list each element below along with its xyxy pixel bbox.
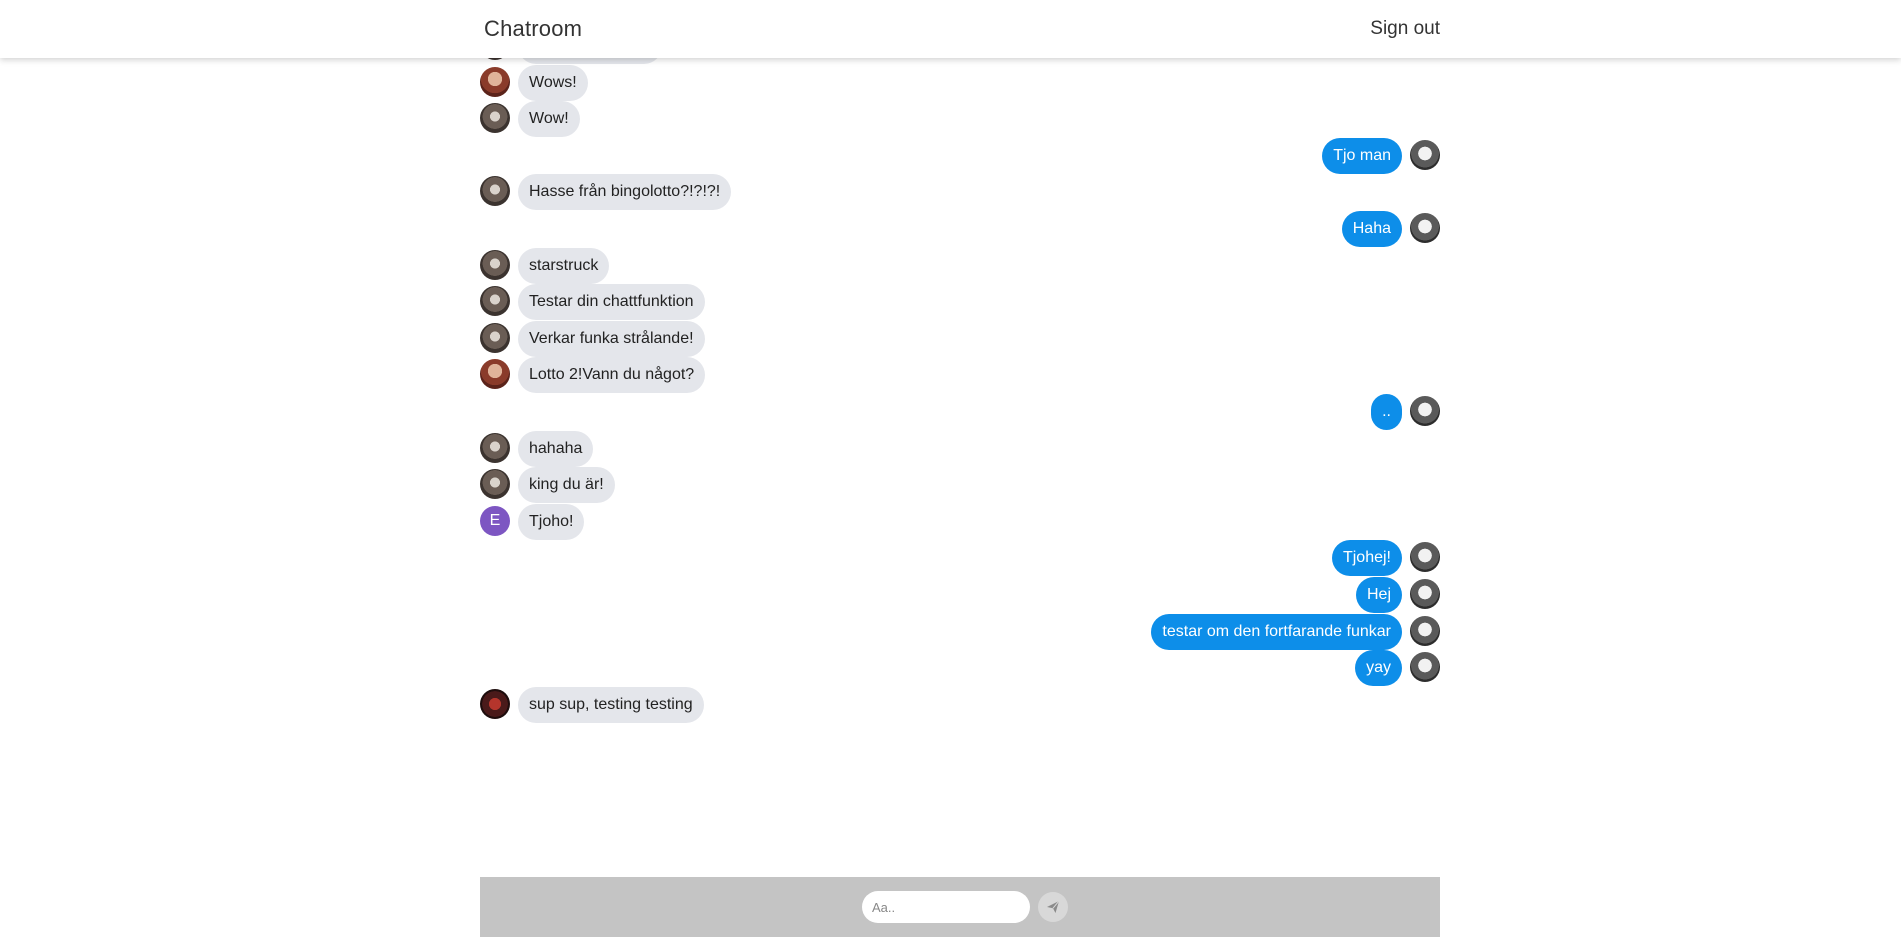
top-bar: Chatroom Sign out	[0, 0, 1901, 58]
message-bubble[interactable]: Tjohej!	[1331, 540, 1402, 577]
message-bubble[interactable]: Hasse från bingolotto?!?!?!	[518, 174, 732, 211]
message-list[interactable]: Verkar funka bra!Wows!Wow!Tjo manHasse f…	[480, 0, 1440, 877]
avatar[interactable]	[480, 432, 510, 463]
avatar[interactable]	[480, 66, 510, 97]
incoming-message: king du är!	[480, 467, 1440, 504]
avatar[interactable]	[1410, 652, 1440, 683]
incoming-message: Verkar funka strålande!	[480, 320, 1440, 357]
message-bubble[interactable]: Tjoho!	[518, 503, 585, 540]
incoming-message: sup sup, testing testing	[480, 686, 1440, 723]
incoming-message: Wow!	[480, 101, 1440, 138]
incoming-message: Lotto 2!Vann du något?	[480, 357, 1440, 394]
avatar[interactable]	[1410, 396, 1440, 426]
message-bubble[interactable]: Haha	[1341, 211, 1402, 247]
message-bubble[interactable]: yay	[1355, 650, 1402, 687]
outgoing-message: ..	[480, 394, 1440, 430]
avatar[interactable]	[480, 103, 510, 134]
message-bubble[interactable]: king du är!	[518, 467, 615, 504]
outgoing-message: yay	[480, 650, 1440, 687]
outgoing-message: Tjo man	[480, 137, 1440, 174]
avatar[interactable]	[1410, 213, 1440, 243]
message-bubble[interactable]: Wow!	[518, 101, 580, 138]
top-bar-inner: Chatroom Sign out	[480, 0, 1440, 58]
avatar[interactable]	[480, 688, 510, 719]
message-bubble[interactable]: testar om den fortfarande funkar	[1151, 613, 1402, 650]
avatar[interactable]	[1410, 579, 1440, 609]
avatar[interactable]	[480, 249, 510, 280]
message-bubble[interactable]: hahaha	[518, 430, 594, 467]
incoming-message: E Tjoho!	[480, 503, 1440, 540]
incoming-message: Testar din chattfunktion	[480, 284, 1440, 321]
message-bubble[interactable]: Tjo man	[1322, 137, 1402, 174]
message-input[interactable]	[862, 891, 1030, 923]
sign-out-button[interactable]: Sign out	[1370, 18, 1440, 40]
incoming-message: Hasse från bingolotto?!?!?!	[480, 174, 1440, 211]
avatar[interactable]	[480, 469, 510, 500]
message-bubble[interactable]: sup sup, testing testing	[518, 686, 704, 723]
outgoing-message: Hej	[480, 577, 1440, 613]
avatar[interactable]	[1410, 542, 1440, 573]
outgoing-message: testar om den fortfarande funkar	[480, 613, 1440, 650]
message-bubble[interactable]: Wows!	[518, 64, 588, 101]
incoming-message: Wows!	[480, 64, 1440, 101]
message-bubble[interactable]: Verkar funka strålande!	[518, 320, 705, 357]
message-bubble[interactable]: ..	[1371, 394, 1402, 430]
incoming-message: hahaha	[480, 430, 1440, 467]
page-title: Chatroom	[484, 16, 583, 41]
message-bubble[interactable]: Lotto 2!Vann du något?	[518, 357, 706, 394]
message-bubble[interactable]: Hej	[1355, 577, 1402, 613]
avatar[interactable]: E	[480, 505, 510, 536]
avatar[interactable]	[1410, 139, 1440, 170]
avatar[interactable]	[480, 176, 510, 207]
avatar[interactable]	[1410, 615, 1440, 646]
paper-plane-icon	[1047, 900, 1060, 913]
avatar[interactable]	[480, 322, 510, 353]
outgoing-message: Haha	[480, 211, 1440, 247]
outgoing-message: Tjohej!	[480, 540, 1440, 577]
send-button[interactable]	[1038, 892, 1068, 922]
avatar[interactable]	[480, 359, 510, 390]
message-bubble[interactable]: Testar din chattfunktion	[518, 284, 705, 321]
message-bubble[interactable]: starstruck	[518, 247, 610, 284]
incoming-message: starstruck	[480, 247, 1440, 284]
composer-bar	[480, 877, 1440, 937]
avatar[interactable]	[480, 286, 510, 317]
